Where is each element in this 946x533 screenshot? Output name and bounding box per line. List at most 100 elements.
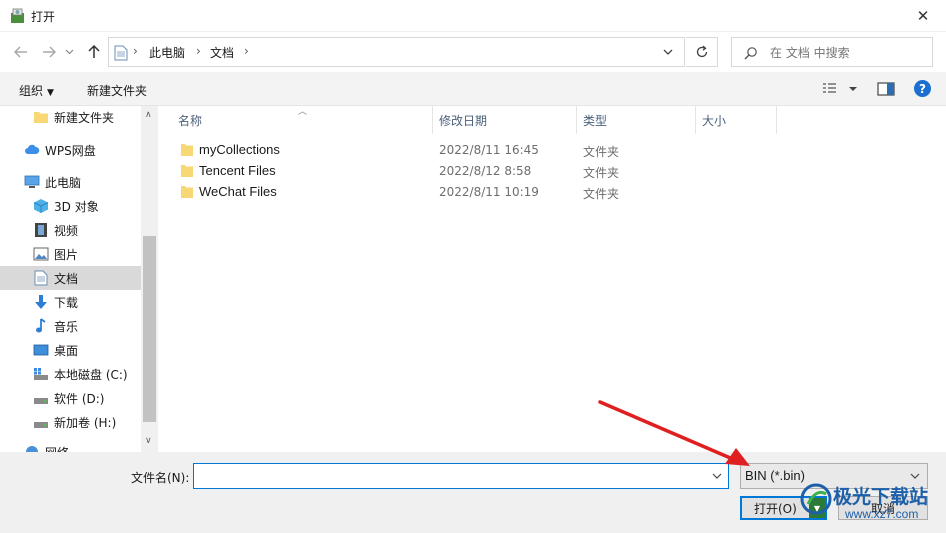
window-title: 打开 [31, 10, 56, 24]
sidebar-item-label: 图片 [54, 247, 79, 262]
video-icon [35, 223, 47, 237]
sidebar-item-label: 3D 对象 [54, 199, 99, 214]
sidebar-item-pictures[interactable]: 图片 [0, 242, 141, 266]
breadcrumb-separator: › [244, 44, 249, 58]
up-button[interactable] [85, 43, 103, 61]
back-arrow-icon [14, 46, 27, 58]
sidebar-item-videos[interactable]: 视频 [0, 218, 141, 242]
drive-icon [34, 368, 48, 380]
scroll-up-icon[interactable]: ∧ [145, 110, 152, 120]
organize-label: 组织 [19, 84, 44, 98]
file-type-filter-value: BIN (*.bin) [745, 468, 805, 483]
chevron-down-icon: ▼ [813, 503, 821, 513]
breadcrumb-separator: › [133, 44, 138, 58]
sidebar-item-label: 下载 [54, 295, 79, 310]
sidebar-item-this-pc[interactable]: 此电脑 [0, 170, 141, 194]
refresh-button[interactable] [686, 37, 718, 67]
download-icon [35, 295, 47, 309]
file-list: ︿ 名称 修改日期 类型 大小 myCollections 2022/8/11 … [158, 106, 946, 452]
dialog-footer: 文件名(N): BIN (*.bin) 打开(O) ▼ 取消 [0, 452, 946, 533]
file-modified: 2022/8/12 8:58 [439, 164, 532, 178]
app-icon [11, 8, 24, 23]
view-options-icon[interactable] [822, 82, 860, 98]
file-modified: 2022/8/11 10:19 [439, 185, 539, 199]
sidebar-item-label: 音乐 [54, 319, 79, 334]
open-button-label: 打开(O) [754, 501, 797, 516]
search-input[interactable] [770, 44, 925, 62]
navigation-bar: › 此电脑 › 文档 › [0, 32, 946, 72]
preview-pane-icon[interactable] [877, 82, 895, 96]
file-row[interactable]: Tencent Files 2022/8/12 8:58 文件夹 [158, 160, 946, 181]
sidebar-item-drive-h[interactable]: 新加卷 (H:) [0, 410, 141, 434]
network-icon [26, 446, 38, 452]
sidebar-item-drive-c[interactable]: 本地磁盘 (C:) [0, 362, 141, 386]
sidebar-item-label: 桌面 [54, 343, 79, 358]
file-type: 文件夹 [583, 145, 620, 159]
document-location-icon [114, 45, 128, 61]
search-box[interactable] [731, 37, 933, 67]
help-icon[interactable]: ? [914, 80, 931, 97]
forward-button[interactable] [40, 43, 58, 61]
sidebar-item-wps-cloud[interactable]: WPS网盘 [0, 138, 141, 162]
chevron-down-icon[interactable] [711, 471, 723, 481]
column-label: 大小 [702, 113, 727, 128]
navigation-pane: 新建文件夹 WPS网盘 此电脑 3D 对象 视频 图片 文档 下载 音乐 桌面 … [0, 106, 158, 452]
chevron-down-icon [910, 473, 920, 479]
column-label: 修改日期 [439, 113, 488, 128]
filename-combobox[interactable] [193, 463, 729, 489]
sidebar-item-drive-d[interactable]: 软件 (D:) [0, 386, 141, 410]
organize-menu[interactable]: 组织 ▼ [19, 82, 54, 99]
open-button[interactable]: 打开(O) ▼ [740, 496, 827, 520]
folder-icon [34, 112, 48, 123]
file-type-filter[interactable]: BIN (*.bin) [740, 463, 928, 489]
title-bar: 打开 ✕ [0, 0, 946, 32]
cancel-button[interactable]: 取消 [838, 496, 928, 520]
address-bar[interactable]: › 此电脑 › 文档 › [108, 37, 685, 67]
column-header-modified[interactable]: 修改日期 [433, 106, 577, 134]
sidebar-item-label: 软件 (D:) [54, 391, 105, 406]
file-row[interactable]: WeChat Files 2022/8/11 10:19 文件夹 [158, 181, 946, 202]
column-label: 类型 [583, 113, 608, 128]
file-modified: 2022/8/11 16:45 [439, 143, 539, 157]
column-header-size[interactable]: 大小 [696, 106, 777, 134]
sidebar-item-label: 新加卷 (H:) [54, 415, 117, 430]
address-dropdown-icon[interactable] [662, 46, 674, 58]
scroll-thumb[interactable] [143, 236, 156, 422]
cloud-icon [25, 144, 40, 154]
recent-locations-button[interactable] [63, 43, 75, 61]
command-bar: 组织 ▼ 新建文件夹 ? [0, 72, 946, 106]
sidebar-item-desktop[interactable]: 桌面 [0, 338, 141, 362]
scroll-down-icon[interactable]: ∨ [145, 436, 152, 446]
column-header-name[interactable]: 名称 [158, 106, 433, 134]
open-split-dropdown[interactable]: ▼ [809, 498, 825, 518]
sidebar-scrollbar[interactable]: ∧ ∨ [141, 106, 158, 452]
sidebar-item-network[interactable]: 网络 [0, 440, 141, 452]
computer-icon [24, 175, 40, 188]
sidebar-item-music[interactable]: 音乐 [0, 314, 141, 338]
filename-input[interactable] [197, 468, 702, 484]
sidebar-item-label: 本地磁盘 (C:) [54, 367, 128, 382]
forward-arrow-icon [43, 46, 56, 58]
sidebar-item-label: 网络 [45, 444, 69, 453]
file-name: Tencent Files [199, 163, 276, 178]
refresh-icon [696, 45, 707, 58]
file-row[interactable]: myCollections 2022/8/11 16:45 文件夹 [158, 139, 946, 160]
file-type: 文件夹 [583, 166, 620, 180]
column-header-type[interactable]: 类型 [577, 106, 696, 134]
breadcrumb-documents[interactable]: 文档 [210, 44, 234, 61]
back-button[interactable] [12, 43, 30, 61]
file-type: 文件夹 [583, 187, 620, 201]
new-folder-button[interactable]: 新建文件夹 [87, 82, 147, 99]
sidebar-item-new-folder[interactable]: 新建文件夹 [0, 106, 141, 129]
up-arrow-icon [88, 45, 100, 58]
close-button[interactable]: ✕ [900, 0, 946, 32]
sidebar-item-downloads[interactable]: 下载 [0, 290, 141, 314]
sidebar-item-3d-objects[interactable]: 3D 对象 [0, 194, 141, 218]
sidebar-item-documents[interactable]: 文档 [0, 266, 141, 290]
drive-icon [34, 398, 48, 404]
breadcrumb-this-pc[interactable]: 此电脑 [149, 44, 185, 61]
column-label: 名称 [178, 113, 203, 128]
sidebar-item-label: 新建文件夹 [54, 110, 115, 125]
search-icon [744, 47, 757, 60]
document-icon [34, 270, 48, 286]
